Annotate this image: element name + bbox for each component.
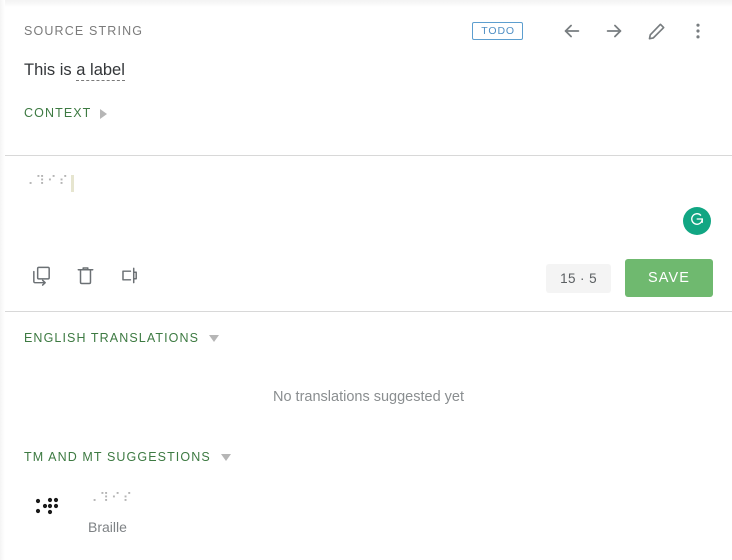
window-top-edge [0,0,732,7]
source-text-term: a label [76,61,125,81]
copy-source-icon [30,264,53,292]
grammarly-icon [688,210,706,233]
character-count: 15 · 5 [546,264,611,293]
english-translations-toggle[interactable]: ENGLISH TRANSLATIONS [24,314,713,361]
suggestion-source-label: Braille [88,519,134,535]
context-label: CONTEXT [24,106,91,120]
no-translations-message: No translations suggested yet [24,361,713,431]
previous-string-button[interactable] [557,16,587,46]
source-string-section: SOURCE STRING TODO [5,7,732,155]
text-caret [71,175,74,192]
translation-editor-section: ⠠⠹⠊⠎ [5,156,732,311]
save-button[interactable]: SAVE [625,259,713,297]
next-string-button[interactable] [599,16,629,46]
edit-source-button[interactable] [641,16,671,46]
status-badge[interactable]: TODO [472,22,523,40]
english-translations-label: ENGLISH TRANSLATIONS [24,331,199,345]
context-toggle[interactable]: CONTEXT [24,106,713,120]
source-text-prefix: This is [24,61,76,79]
triangle-down-icon [221,454,231,461]
triangle-down-icon [209,335,219,342]
copy-source-button[interactable] [24,261,58,295]
clear-translation-button[interactable] [68,261,102,295]
arrow-left-icon [561,20,583,42]
triangle-right-icon [100,109,107,119]
pencil-icon [646,21,667,42]
trash-icon [74,264,97,292]
list-item[interactable]: ⠠⠹⠊⠎ Braille [24,480,713,547]
translation-input-value: ⠠⠹⠊⠎ [24,174,70,190]
braille-icon [30,492,64,522]
more-options-button[interactable] [683,16,713,46]
english-translations-section: ENGLISH TRANSLATIONS No translations sug… [5,314,732,431]
suggestion-body: ⠠⠹⠊⠎ Braille [88,490,134,535]
tm-mt-suggestions-label: TM AND MT SUGGESTIONS [24,450,211,464]
editor-toolbar: 15 · 5 SAVE [24,259,713,297]
translation-editor-page: SOURCE STRING TODO [5,7,732,560]
suggestion-text: ⠠⠹⠊⠎ [88,490,134,507]
grammarly-button[interactable] [683,207,711,235]
arrow-right-icon [603,20,625,42]
insert-placeholder-button[interactable] [112,261,146,295]
tm-mt-suggestions-toggle[interactable]: TM AND MT SUGGESTIONS [24,433,713,480]
tm-mt-suggestions-section: TM AND MT SUGGESTIONS ⠠⠹⠊⠎ Braille [5,433,732,547]
source-string-text: This is a label [24,59,713,81]
translation-input[interactable]: ⠠⠹⠊⠎ [24,156,713,220]
source-string-title: SOURCE STRING [24,24,143,38]
divider-editor-translations [5,311,732,312]
insert-placeholder-icon [118,264,141,292]
more-vertical-icon [688,21,708,41]
source-string-header: SOURCE STRING TODO [24,7,713,55]
